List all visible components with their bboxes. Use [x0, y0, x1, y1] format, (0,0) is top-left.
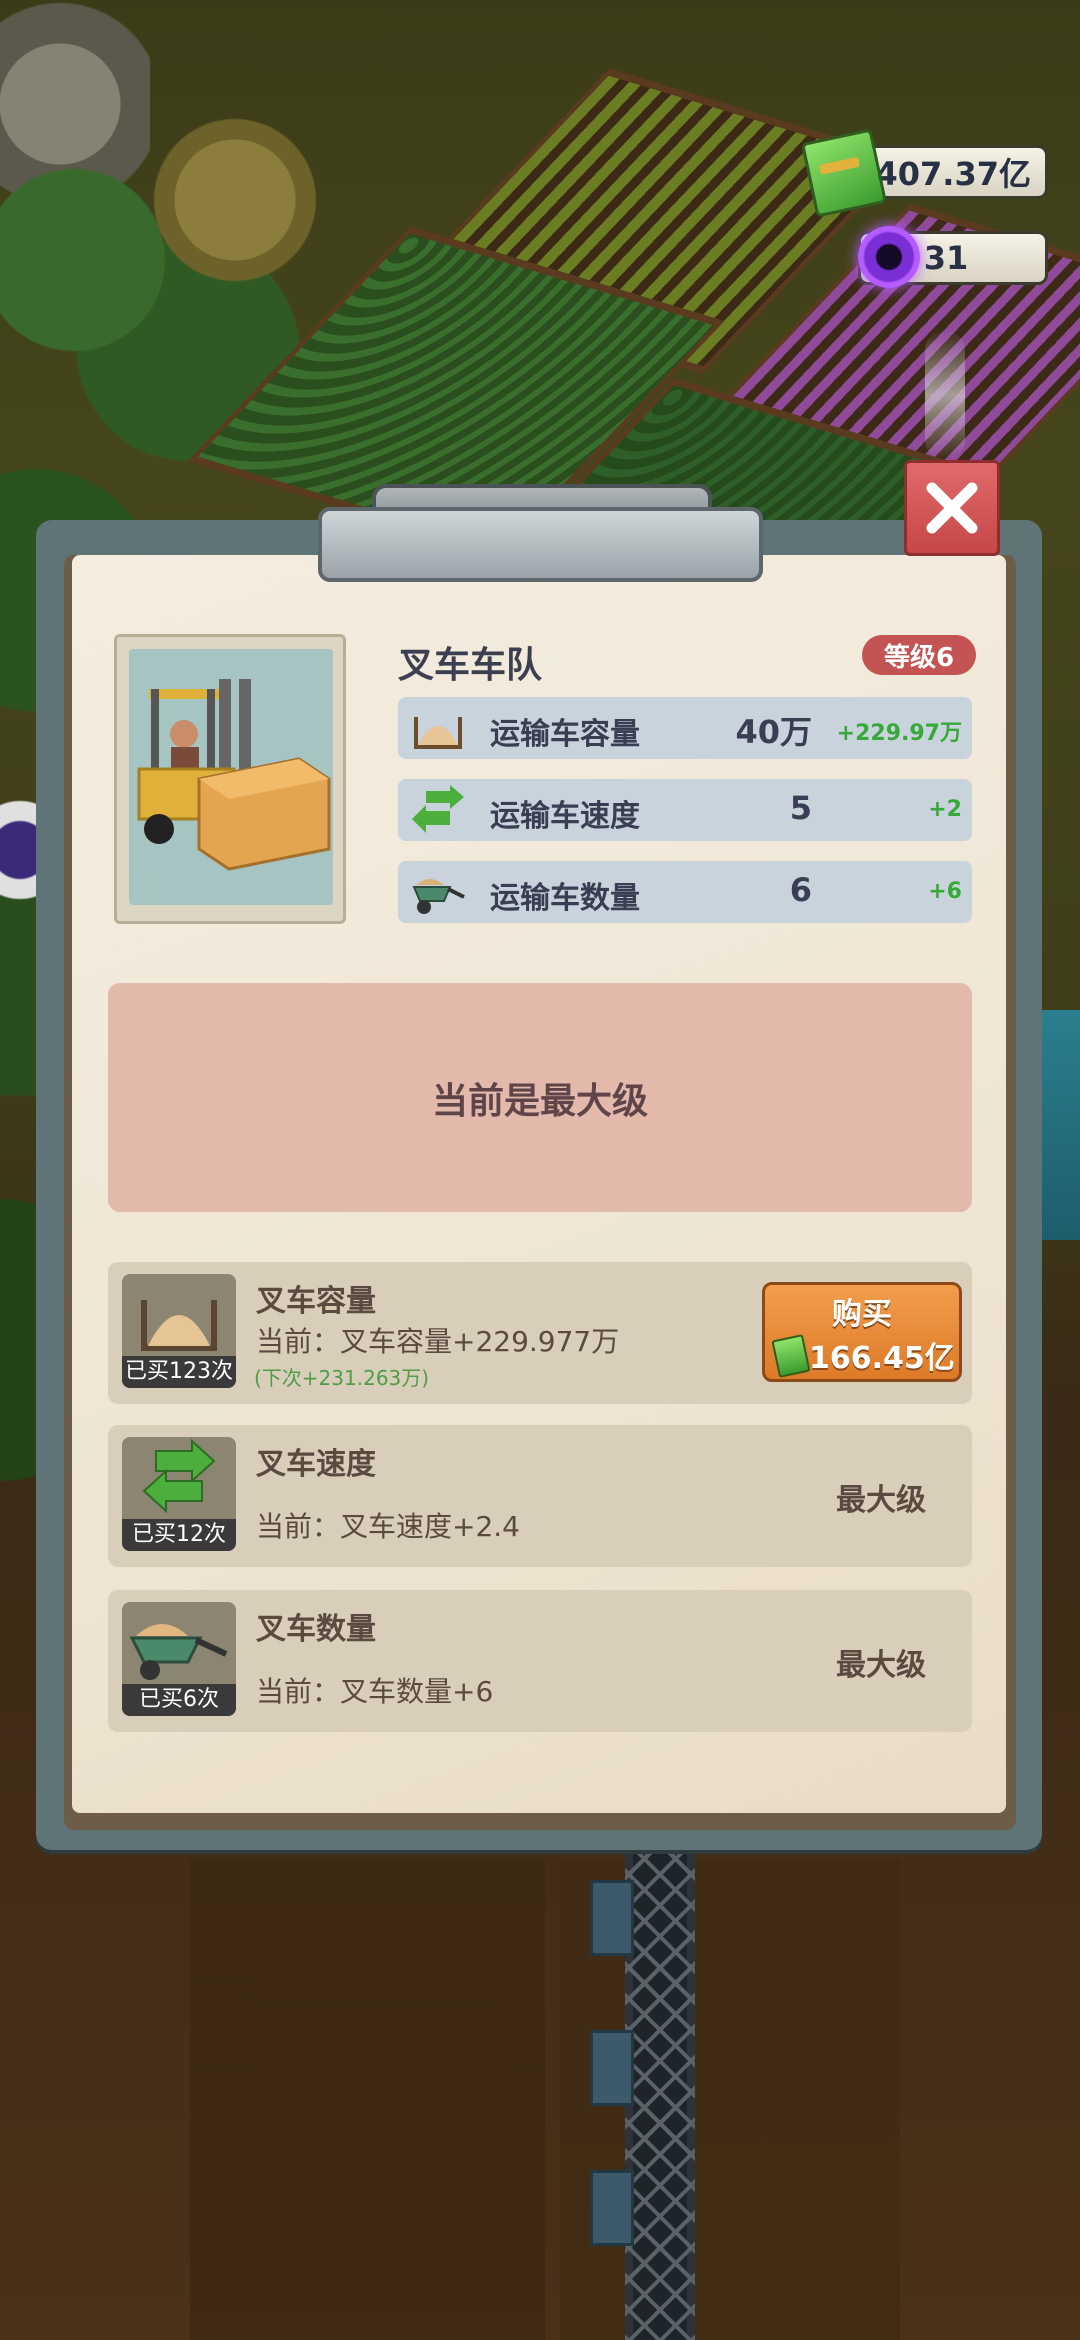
- wheelbarrow-icon: [129, 1624, 228, 1680]
- cash-icon: [771, 1334, 811, 1378]
- upgrade-row-count: 已买6次 叉车数量 当前：叉车数量+6 最大级: [108, 1590, 972, 1732]
- max-level-label: 最大级: [836, 1648, 926, 1683]
- wheelbarrow-icon: [412, 879, 465, 914]
- close-icon: [926, 482, 978, 534]
- upgrade-current: 当前：叉车速度+2.4: [256, 1510, 520, 1543]
- stat-label: 运输车数量: [490, 881, 640, 916]
- upgrade-current: 当前：叉车数量+6: [256, 1675, 494, 1708]
- stat-row-speed: 运输车速度 5 +2: [398, 779, 972, 841]
- elevator-platform: [590, 2170, 634, 2246]
- buy-label: 购买: [832, 1297, 892, 1332]
- stat-value: 5: [789, 789, 812, 827]
- stat-label: 运输车速度: [490, 799, 640, 834]
- cash-counter: 407.37亿: [858, 145, 1048, 199]
- stat-bonus: +2: [928, 797, 962, 822]
- gem-amount: 31: [923, 239, 969, 277]
- close-button[interactable]: [904, 460, 1000, 556]
- stat-value: 6: [789, 871, 812, 909]
- bought-count: 已买12次: [122, 1519, 236, 1551]
- stat-row-capacity: 运输车容量 40万 +229.97万: [398, 697, 972, 759]
- upgrade-name: 叉车容量: [256, 1284, 376, 1319]
- swap-arrows-icon: [142, 1438, 216, 1514]
- upgrade-row-capacity: 已买123次 叉车容量 当前：叉车容量+229.977万 (下次+231.263…: [108, 1262, 972, 1404]
- max-level-label: 最大级: [836, 1483, 926, 1518]
- vortex-gem-icon: [858, 226, 920, 288]
- swap-arrows-icon: [412, 785, 464, 833]
- upgrade-row-speed: 已买12次 叉车速度 当前：叉车速度+2.4 最大级: [108, 1425, 972, 1567]
- upgrade-icon-tile: 已买6次: [122, 1602, 236, 1716]
- stat-value: 40万: [735, 713, 812, 751]
- sand-pile-icon: [414, 717, 462, 749]
- cash-icon: [800, 128, 888, 218]
- mine-shaft-ground: [0, 1860, 1080, 2340]
- elevator-platform: [590, 1880, 634, 1956]
- upgrade-icon-tile: 已买123次: [122, 1274, 236, 1388]
- stat-row-count: 运输车数量 6 +6: [398, 861, 972, 923]
- mine-elevator-shaft: [625, 1850, 695, 2340]
- forklift-thumbnail: [114, 634, 346, 924]
- sand-pile-icon: [141, 1300, 217, 1351]
- max-level-text: 当前是最大级: [431, 1080, 648, 1122]
- max-level-notice: 当前是最大级: [108, 983, 972, 1212]
- upgrade-icon-tile: 已买12次: [122, 1437, 236, 1551]
- forklift-icon: [137, 679, 331, 871]
- stat-bonus: +6: [928, 879, 962, 904]
- bush-decoration: [150, 110, 320, 290]
- chimney-smoke: [925, 330, 965, 460]
- upgrade-next: (下次+231.263万): [254, 1366, 430, 1390]
- panel-title: 叉车车队: [398, 645, 543, 686]
- upgrade-name: 叉车数量: [256, 1612, 376, 1647]
- clipboard-clip: [318, 507, 763, 582]
- upgrade-current: 当前：叉车容量+229.977万: [256, 1325, 620, 1358]
- buy-button[interactable]: 购买 166.45亿: [762, 1282, 962, 1382]
- bought-count: 已买6次: [122, 1684, 236, 1716]
- stat-bonus: +229.97万: [836, 721, 962, 746]
- elevator-platform: [590, 2030, 634, 2106]
- level-badge: 等级6: [862, 635, 976, 675]
- buy-price: 166.45亿: [809, 1341, 955, 1376]
- stat-label: 运输车容量: [490, 717, 640, 752]
- cash-amount: 407.37亿: [875, 155, 1032, 193]
- bought-count: 已买123次: [122, 1356, 236, 1388]
- upgrade-name: 叉车速度: [256, 1447, 376, 1482]
